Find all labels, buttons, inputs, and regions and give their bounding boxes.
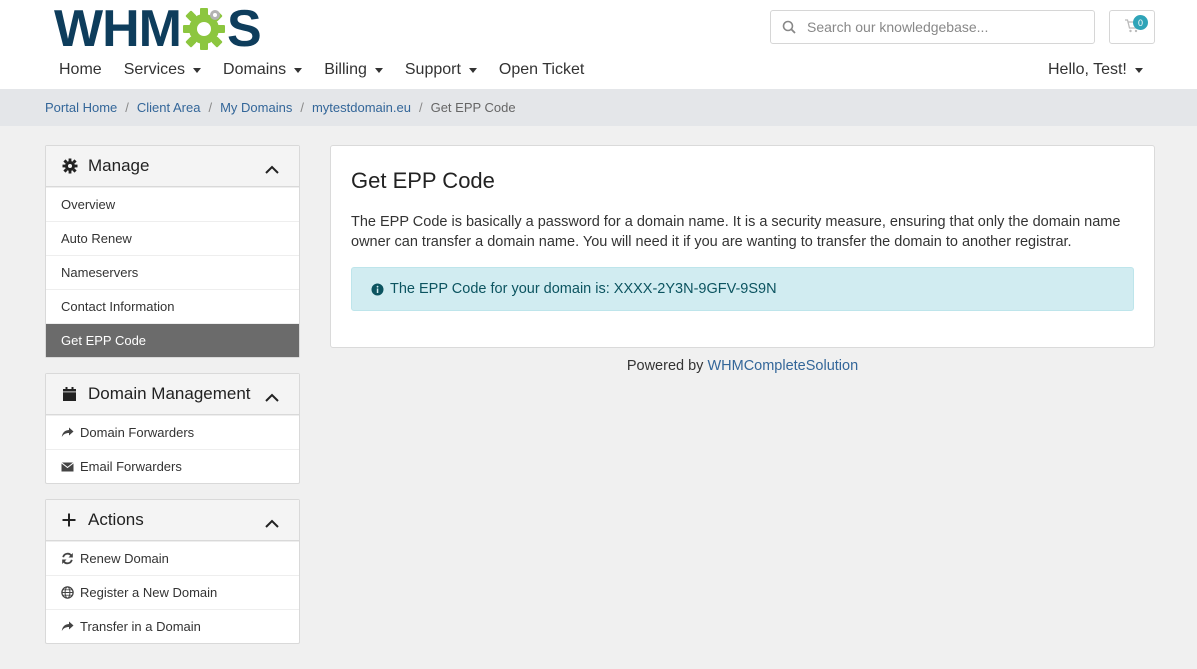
sidebar-item-label: Auto Renew — [61, 231, 132, 246]
breadcrumb-client-area[interactable]: Client Area — [137, 100, 201, 115]
page-title: Get EPP Code — [351, 168, 495, 193]
breadcrumb-portal-home[interactable]: Portal Home — [45, 100, 117, 115]
sidebar-item-transfer-domain[interactable]: Transfer in a Domain — [46, 609, 299, 643]
footer: Powered by WHMCompleteSolution — [330, 358, 1155, 374]
nav-open-ticket-label: Open Ticket — [498, 61, 585, 78]
nav-services[interactable]: Services — [113, 61, 212, 79]
domain-management-panel: Domain Management Domain Forwarders Emai… — [45, 373, 300, 484]
user-menu[interactable]: Hello, Test! — [1048, 58, 1143, 82]
search-icon — [771, 20, 807, 34]
breadcrumb-current: Get EPP Code — [430, 100, 516, 115]
calendar-icon — [62, 386, 82, 402]
globe-icon — [61, 586, 77, 599]
nav-support-label: Support — [404, 61, 461, 78]
breadcrumb-my-domains[interactable]: My Domains — [220, 100, 292, 115]
domain-management-panel-title: Domain Management — [88, 384, 251, 403]
cart-button[interactable]: 0 — [1109, 10, 1155, 44]
sidebar-item-email-forwarders[interactable]: Email Forwarders — [46, 449, 299, 483]
sidebar: Manage Overview Auto Renew Nameservers C… — [45, 145, 300, 659]
epp-code-text: The EPP Code for your domain is: XXXX-2Y… — [390, 281, 777, 297]
cart-count-badge: 0 — [1133, 15, 1148, 30]
whmcs-logo[interactable]: WHM S — [54, 0, 262, 58]
info-circle-icon — [371, 283, 384, 296]
breadcrumb-separator: / — [418, 100, 423, 115]
sidebar-item-overview[interactable]: Overview — [46, 187, 299, 221]
nav-open-ticket[interactable]: Open Ticket — [488, 61, 595, 79]
nav-billing-label: Billing — [324, 61, 367, 78]
caret-down-icon — [1134, 67, 1143, 73]
footer-prefix: Powered by — [626, 358, 704, 374]
share-icon — [61, 621, 77, 632]
nav-services-label: Services — [123, 61, 186, 78]
sidebar-item-renew-domain[interactable]: Renew Domain — [46, 541, 299, 575]
sidebar-item-label: Contact Information — [61, 299, 175, 314]
sidebar-item-contact-information[interactable]: Contact Information — [46, 289, 299, 323]
sidebar-item-label: Email Forwarders — [80, 459, 182, 474]
logo-text-right: S — [226, 0, 262, 58]
footer-link[interactable]: WHMCompleteSolution — [707, 358, 858, 374]
logo-text-left: WHM — [54, 0, 182, 58]
sidebar-item-label: Overview — [61, 197, 116, 212]
actions-panel-title: Actions — [88, 510, 144, 529]
knowledgebase-search[interactable] — [770, 10, 1095, 44]
nav-support[interactable]: Support — [394, 61, 488, 79]
manage-panel: Manage Overview Auto Renew Nameservers C… — [45, 145, 300, 358]
sidebar-item-label: Nameservers — [61, 265, 139, 280]
epp-description: The EPP Code is basically a password for… — [351, 214, 1121, 250]
sidebar-item-domain-forwarders[interactable]: Domain Forwarders — [46, 415, 299, 449]
caret-down-icon — [193, 67, 202, 73]
main-nav: Home Services Domains Billing Support Op… — [48, 58, 595, 82]
breadcrumb-domain[interactable]: mytestdomain.eu — [312, 100, 411, 115]
epp-code-card: Get EPP Code The EPP Code is basically a… — [330, 145, 1155, 348]
share-icon — [61, 427, 77, 438]
sidebar-item-register-domain[interactable]: Register a New Domain — [46, 575, 299, 609]
epp-code-alert: The EPP Code for your domain is: XXXX-2Y… — [351, 267, 1134, 311]
plus-icon — [62, 513, 82, 527]
sidebar-item-auto-renew[interactable]: Auto Renew — [46, 221, 299, 255]
manage-panel-header[interactable]: Manage — [46, 146, 299, 187]
caret-down-icon — [374, 67, 383, 73]
nav-home-label: Home — [59, 61, 102, 78]
logo-gear-icon — [182, 8, 225, 50]
actions-panel-header[interactable]: Actions — [46, 500, 299, 541]
breadcrumb-separator: / — [125, 100, 129, 115]
domain-management-panel-header[interactable]: Domain Management — [46, 374, 299, 415]
nav-domains-label: Domains — [223, 61, 287, 78]
caret-down-icon — [294, 67, 303, 73]
breadcrumb: Portal Home / Client Area / My Domains /… — [0, 89, 1197, 126]
user-greeting: Hello, Test! — [1048, 61, 1127, 78]
sidebar-item-get-epp-code[interactable]: Get EPP Code — [46, 323, 299, 357]
sidebar-item-label: Domain Forwarders — [80, 425, 195, 440]
sidebar-item-label: Register a New Domain — [80, 585, 218, 600]
nav-home[interactable]: Home — [48, 61, 113, 79]
nav-billing[interactable]: Billing — [313, 61, 394, 79]
sidebar-item-label: Get EPP Code — [61, 333, 147, 348]
actions-panel: Actions Renew Domain Register a New Doma… — [45, 499, 300, 644]
chevron-up-icon[interactable] — [265, 387, 279, 407]
chevron-up-icon[interactable] — [265, 159, 279, 179]
search-input[interactable] — [807, 19, 1077, 35]
sidebar-item-nameservers[interactable]: Nameservers — [46, 255, 299, 289]
breadcrumb-separator: / — [300, 100, 304, 115]
gear-icon — [62, 158, 82, 174]
nav-domains[interactable]: Domains — [212, 61, 313, 79]
sidebar-item-label: Renew Domain — [80, 551, 169, 566]
refresh-icon — [61, 552, 77, 565]
manage-panel-title: Manage — [88, 156, 150, 175]
sidebar-item-label: Transfer in a Domain — [80, 619, 201, 634]
envelope-icon — [61, 461, 77, 472]
breadcrumb-separator: / — [208, 100, 213, 115]
site-header: WHM S 0 — [0, 0, 1197, 89]
caret-down-icon — [468, 67, 477, 73]
chevron-up-icon[interactable] — [265, 513, 279, 533]
